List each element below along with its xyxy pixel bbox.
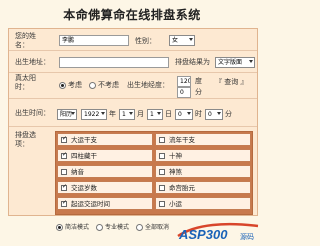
option-cell[interactable]: 命宫胎元 — [155, 181, 251, 194]
minute-unit: 分 — [225, 110, 232, 118]
birthtime-row: 出生时间： 阳历 1922 年 1 月 1 日 0 时 0 分 — [9, 99, 257, 127]
minute-select-value: 0 — [208, 111, 212, 118]
year-select[interactable]: 1922 — [81, 109, 107, 120]
option-checkbox[interactable] — [61, 135, 67, 143]
lookup-link[interactable]: 『 查询 』 — [215, 77, 249, 87]
true-solar-ignore-label: 不考虑 — [98, 81, 119, 89]
calendar-select[interactable]: 阳历 — [57, 109, 77, 120]
option-cell[interactable]: 十神 — [155, 149, 251, 162]
name-input[interactable]: 李鹏 — [59, 35, 129, 46]
true-solar-label: 真太阳时： — [15, 74, 36, 91]
option-label: 命宫胎元 — [169, 184, 195, 192]
minute-select[interactable]: 0 — [205, 109, 223, 120]
chevron-down-icon — [129, 112, 133, 115]
birthplace-input[interactable] — [59, 57, 169, 68]
hour-select[interactable]: 0 — [175, 109, 193, 120]
mode-simple-label: 简洁模式 — [65, 224, 90, 231]
birthplace-label: 出生地址： — [15, 58, 50, 66]
year-unit: 年 — [109, 110, 116, 118]
option-label: 十神 — [169, 152, 182, 160]
mode-simple-radio[interactable] — [56, 224, 63, 231]
option-cell[interactable]: 大运干支 — [57, 133, 153, 146]
longitude-minute-input[interactable]: 0 — [177, 87, 191, 98]
option-cell[interactable]: 流年干支 — [155, 133, 251, 146]
options-label: 排盘选项： — [15, 131, 36, 148]
option-label: 神煞 — [169, 168, 182, 176]
display-select[interactable]: 文字版面 — [215, 57, 255, 68]
option-checkbox[interactable] — [159, 185, 165, 191]
hour-unit: 时 — [195, 110, 202, 118]
option-checkbox[interactable] — [61, 183, 67, 191]
option-cell[interactable]: 神煞 — [155, 165, 251, 178]
option-checkbox[interactable] — [61, 169, 67, 175]
chevron-down-icon — [187, 112, 191, 115]
name-label: 您的姓名： — [15, 32, 36, 49]
option-checkbox[interactable] — [159, 201, 165, 207]
option-label: 起运交运时间 — [71, 200, 110, 208]
display-select-value: 文字版面 — [218, 59, 243, 66]
option-label: 小运 — [169, 200, 182, 208]
option-cell[interactable]: 起运交运时间 — [57, 197, 153, 210]
display-label: 排盘结果为 — [175, 58, 210, 66]
chevron-down-icon — [101, 112, 105, 115]
gender-select-value: 女 — [172, 37, 179, 44]
option-cell[interactable]: 交运岁数 — [57, 181, 153, 194]
paipan-form: 您的姓名： 李鹏 性别： 女 出生地址： 排盘结果为 文字版面 真太阳时： 考虑… — [8, 28, 258, 216]
longitude-input[interactable]: 120 — [177, 76, 191, 87]
hour-select-value: 0 — [178, 111, 182, 118]
option-checkbox[interactable] — [159, 169, 165, 175]
option-checkbox[interactable] — [159, 137, 165, 143]
mode-cancel-label: 全部取消 — [145, 224, 170, 231]
name-row: 您的姓名： 李鹏 性别： 女 — [9, 29, 257, 51]
option-label: 纳音 — [71, 168, 84, 176]
true-solar-consider-label: 考虑 — [68, 81, 82, 89]
mode-pro-radio[interactable] — [96, 224, 103, 231]
gender-select[interactable]: 女 — [169, 35, 195, 46]
day-unit: 日 — [165, 110, 172, 118]
chevron-down-icon — [189, 38, 193, 41]
month-select[interactable]: 1 — [119, 109, 135, 120]
mode-cancel-radio[interactable] — [136, 224, 143, 231]
page-title: 本命佛算命在线排盘系统 — [63, 8, 201, 22]
chevron-down-icon — [157, 112, 161, 115]
longitude-label: 出生地经度： — [127, 81, 169, 89]
day-select-value: 1 — [150, 111, 154, 118]
option-cell[interactable]: 小运 — [155, 197, 251, 210]
longitude-unit: 度 — [195, 77, 202, 85]
asp300-logo: ASP300 源码 — [177, 222, 259, 242]
mode-pro-label: 专业模式 — [105, 224, 130, 231]
chevron-down-icon — [217, 112, 221, 115]
gender-label: 性别： — [135, 37, 156, 45]
option-label: 大运干支 — [71, 136, 97, 144]
chevron-down-icon — [249, 60, 253, 63]
true-solar-row: 真太阳时： 考虑 不考虑 出生地经度： 120 度 0 分 『 查询 』 — [9, 73, 257, 99]
chevron-down-icon — [71, 112, 75, 115]
year-select-value: 1922 — [84, 111, 100, 118]
option-checkbox[interactable] — [61, 199, 67, 207]
day-select[interactable]: 1 — [147, 109, 163, 120]
options-grid: 大运干支 流年干支 四柱藏干 十神 纳音 神煞 交运岁数 命宫胎元 起运交运时间… — [55, 131, 253, 215]
birthplace-row: 出生地址： 排盘结果为 文字版面 — [9, 51, 257, 73]
option-cell[interactable]: 纳音 — [57, 165, 153, 178]
option-checkbox[interactable] — [61, 151, 67, 159]
month-select-value: 1 — [122, 111, 126, 118]
option-label: 四柱藏干 — [71, 152, 97, 160]
longitude-minute-unit: 分 — [195, 88, 202, 96]
option-label: 交运岁数 — [71, 184, 97, 192]
true-solar-ignore-radio[interactable] — [89, 82, 96, 89]
birthtime-label: 出生时间： — [15, 109, 50, 117]
logo-suffix-text: 源码 — [240, 232, 254, 241]
option-checkbox[interactable] — [159, 153, 165, 159]
option-cell[interactable]: 四柱藏干 — [57, 149, 153, 162]
true-solar-consider-radio[interactable] — [59, 82, 66, 89]
option-label: 流年干支 — [169, 136, 195, 144]
logo-brand-text: ASP300 — [178, 227, 228, 242]
month-unit: 月 — [137, 110, 144, 118]
